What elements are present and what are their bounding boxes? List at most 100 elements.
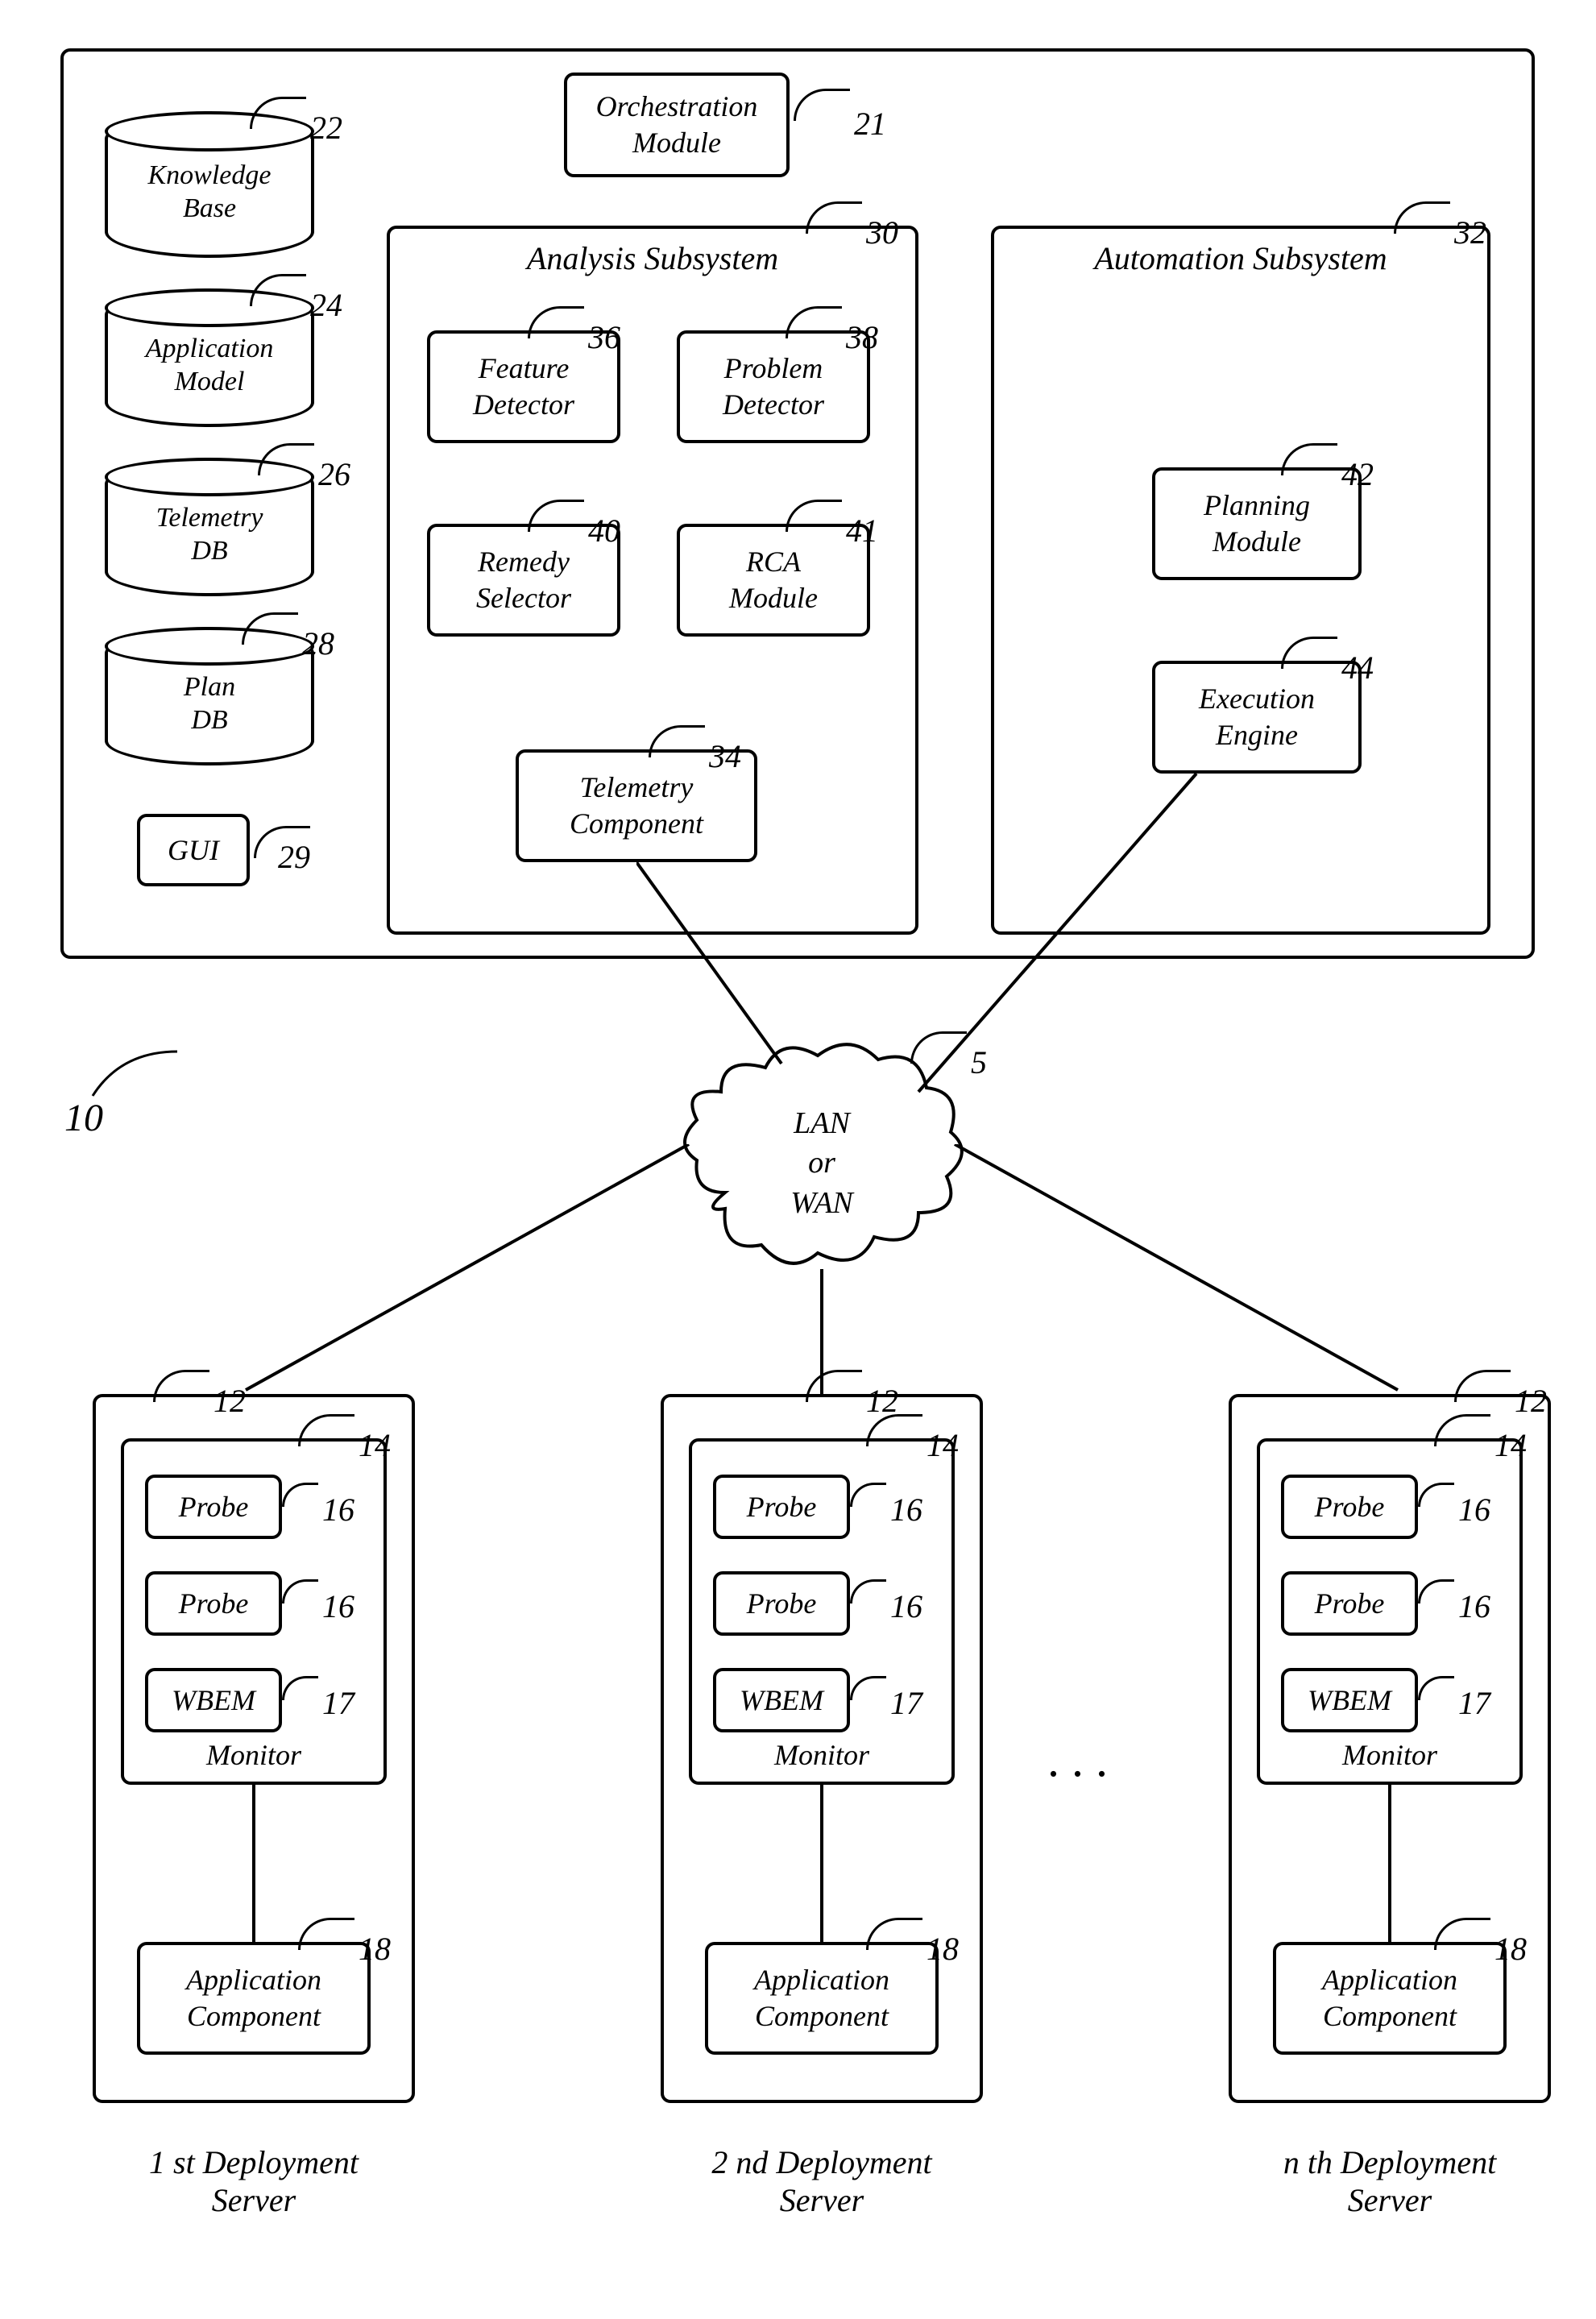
ref-12: 12 <box>1515 1382 1547 1420</box>
ref-18: 18 <box>927 1930 959 1968</box>
ref-14: 14 <box>359 1426 391 1464</box>
server-n-label: n th Deployment Server <box>1245 2143 1535 2219</box>
ref-5: 5 <box>971 1043 987 1081</box>
app-component-label: Application Component <box>186 1962 321 2035</box>
probe-1b: Probe <box>145 1571 282 1636</box>
ref-18: 18 <box>1494 1930 1527 1968</box>
ref-17: 17 <box>1458 1684 1490 1722</box>
plan-db-label: Plan DB <box>184 671 235 737</box>
orchestration-label: Orchestration Module <box>596 89 758 161</box>
wbem-1: WBEM <box>145 1668 282 1732</box>
app-component-label: Application Component <box>1322 1962 1457 2035</box>
telemetry-db-label: Telemetry DB <box>156 502 263 568</box>
ref-44: 44 <box>1341 649 1374 687</box>
app-component-1: Application Component <box>137 1942 371 2055</box>
automation-title: Automation Subsystem <box>1094 239 1387 279</box>
ref-40: 40 <box>588 512 620 550</box>
ref-34: 34 <box>709 737 741 775</box>
planning-module-label: Planning Module <box>1204 487 1310 560</box>
telemetry-db: Telemetry DB <box>105 459 314 596</box>
probe-2a: Probe <box>713 1475 850 1539</box>
ref-29: 29 <box>278 838 310 876</box>
monitor-appcomp-line-1 <box>252 1785 255 1942</box>
ref-14: 14 <box>927 1426 959 1464</box>
wbem-label: WBEM <box>172 1682 255 1719</box>
monitor-label: Monitor <box>206 1737 301 1773</box>
ref-28: 28 <box>302 624 334 662</box>
ref-42: 42 <box>1341 455 1374 493</box>
monitor-appcomp-line-2 <box>820 1785 823 1942</box>
ref-24: 24 <box>310 286 342 324</box>
plan-db: Plan DB <box>105 628 314 765</box>
ref-hook <box>1454 1370 1511 1402</box>
gui-label: GUI <box>168 832 219 869</box>
ellipsis: . . . <box>1047 1732 1108 1788</box>
orchestration-module: Orchestration Module <box>564 73 790 177</box>
probe-label: Probe <box>1315 1586 1385 1622</box>
ref-22: 22 <box>310 109 342 147</box>
automation-subsystem: Automation Subsystem <box>991 226 1490 935</box>
feature-detector-label: Feature Detector <box>473 351 574 423</box>
ref-21: 21 <box>854 105 886 143</box>
ref-16: 16 <box>890 1587 922 1625</box>
ref-16: 16 <box>322 1587 354 1625</box>
rca-module-label: RCA Module <box>729 544 818 616</box>
probe-label: Probe <box>747 1586 817 1622</box>
cloud-label: LAN or WAN <box>773 1104 870 1223</box>
execution-engine-label: Execution Engine <box>1199 681 1315 753</box>
monitor-label: Monitor <box>1342 1737 1437 1773</box>
line-cloud-server1 <box>242 1144 693 1394</box>
ref-16: 16 <box>322 1491 354 1529</box>
wbem-2: WBEM <box>713 1668 850 1732</box>
ref-10-pointer <box>89 1047 185 1104</box>
ref-26: 26 <box>318 455 350 493</box>
ref-17: 17 <box>322 1684 354 1722</box>
ref-hook <box>806 1370 862 1402</box>
telemetry-component-label: Telemetry Component <box>570 770 703 842</box>
ref-32: 32 <box>1454 214 1486 251</box>
ref-18: 18 <box>359 1930 391 1968</box>
wbem-n: WBEM <box>1281 1668 1418 1732</box>
probe-2b: Probe <box>713 1571 850 1636</box>
server-1-label: 1 st Deployment Server <box>109 2143 399 2219</box>
wbem-label: WBEM <box>740 1682 823 1719</box>
planning-module: Planning Module <box>1152 467 1362 580</box>
ref-hook <box>153 1370 209 1402</box>
ref-38: 38 <box>846 318 878 356</box>
ref-17: 17 <box>890 1684 922 1722</box>
gui-box: GUI <box>137 814 250 886</box>
app-component-2: Application Component <box>705 1942 939 2055</box>
line-cloud-server3 <box>951 1144 1402 1394</box>
kb-label: Knowledge Base <box>148 160 272 226</box>
ref-30: 30 <box>866 214 898 251</box>
server-2-label: 2 nd Deployment Server <box>677 2143 967 2219</box>
ref-41: 41 <box>846 512 878 550</box>
application-model-db: Application Model <box>105 290 314 427</box>
rca-module: RCA Module <box>677 524 870 637</box>
ref-14: 14 <box>1494 1426 1527 1464</box>
probe-na: Probe <box>1281 1475 1418 1539</box>
app-component-n: Application Component <box>1273 1942 1507 2055</box>
monitor-appcomp-line-n <box>1388 1785 1391 1942</box>
app-component-label: Application Component <box>754 1962 889 2035</box>
probe-label: Probe <box>747 1489 817 1525</box>
probe-1a: Probe <box>145 1475 282 1539</box>
execution-engine: Execution Engine <box>1152 661 1362 774</box>
probe-nb: Probe <box>1281 1571 1418 1636</box>
problem-detector-label: Problem Detector <box>723 351 824 423</box>
ref-16: 16 <box>1458 1491 1490 1529</box>
app-model-label: Application Model <box>146 333 274 399</box>
ref-16: 16 <box>890 1491 922 1529</box>
problem-detector: Problem Detector <box>677 330 870 443</box>
ref-12: 12 <box>213 1382 246 1420</box>
ref-16: 16 <box>1458 1587 1490 1625</box>
ref-10: 10 <box>64 1096 103 1140</box>
analysis-title: Analysis Subsystem <box>527 239 778 279</box>
monitor-label: Monitor <box>774 1737 869 1773</box>
probe-label: Probe <box>179 1586 249 1622</box>
probe-label: Probe <box>1315 1489 1385 1525</box>
ref-36: 36 <box>588 318 620 356</box>
knowledge-base-db: Knowledge Base <box>105 113 314 258</box>
probe-label: Probe <box>179 1489 249 1525</box>
remedy-selector-label: Remedy Selector <box>476 544 571 616</box>
